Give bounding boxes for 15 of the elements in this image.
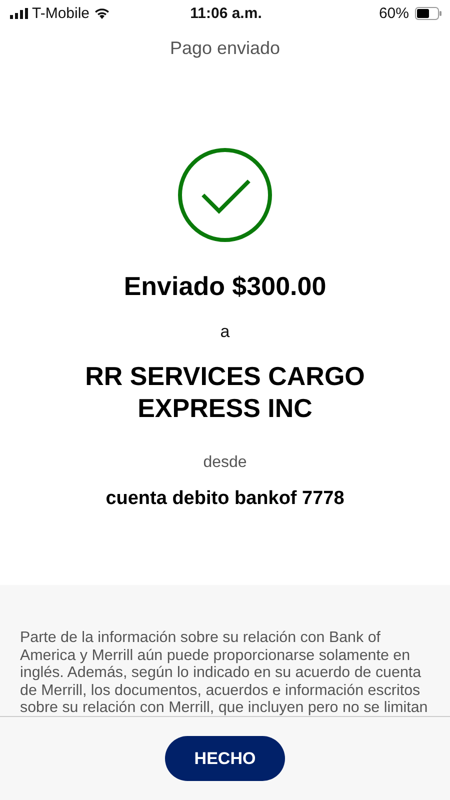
from-label: desde [203,454,247,472]
screen-title: Pago enviado [168,37,282,59]
recipient-name: RR SERVICES CARGO EXPRESS INC [84,360,366,424]
signal-icon [10,8,28,18]
to-label: a [220,322,230,342]
checkmark-circle-icon [177,147,273,243]
battery-icon [415,6,442,20]
disclaimer-text: Parte de la información sobre su relación con Bank of America y Merrill aún puede proporcionarse solamente en inglés. Además, según lo indicado en su acuerdo de cuenta de Merrill, los documentos, acuerdos e información escritos sobre su relación con Merrill, que incluyen pero no se limitan [20,629,429,716]
carrier-name: T-Mobile [32,4,90,22]
battery-percent: 60% [378,4,409,22]
amount-sent: Enviado $300.00 [124,271,326,302]
wifi-icon [94,7,110,19]
clock-time: 11:06 a.m. [189,4,263,22]
account-name: cuenta debito bankof 7778 [106,488,344,510]
done-button[interactable]: HECHO [165,736,285,781]
